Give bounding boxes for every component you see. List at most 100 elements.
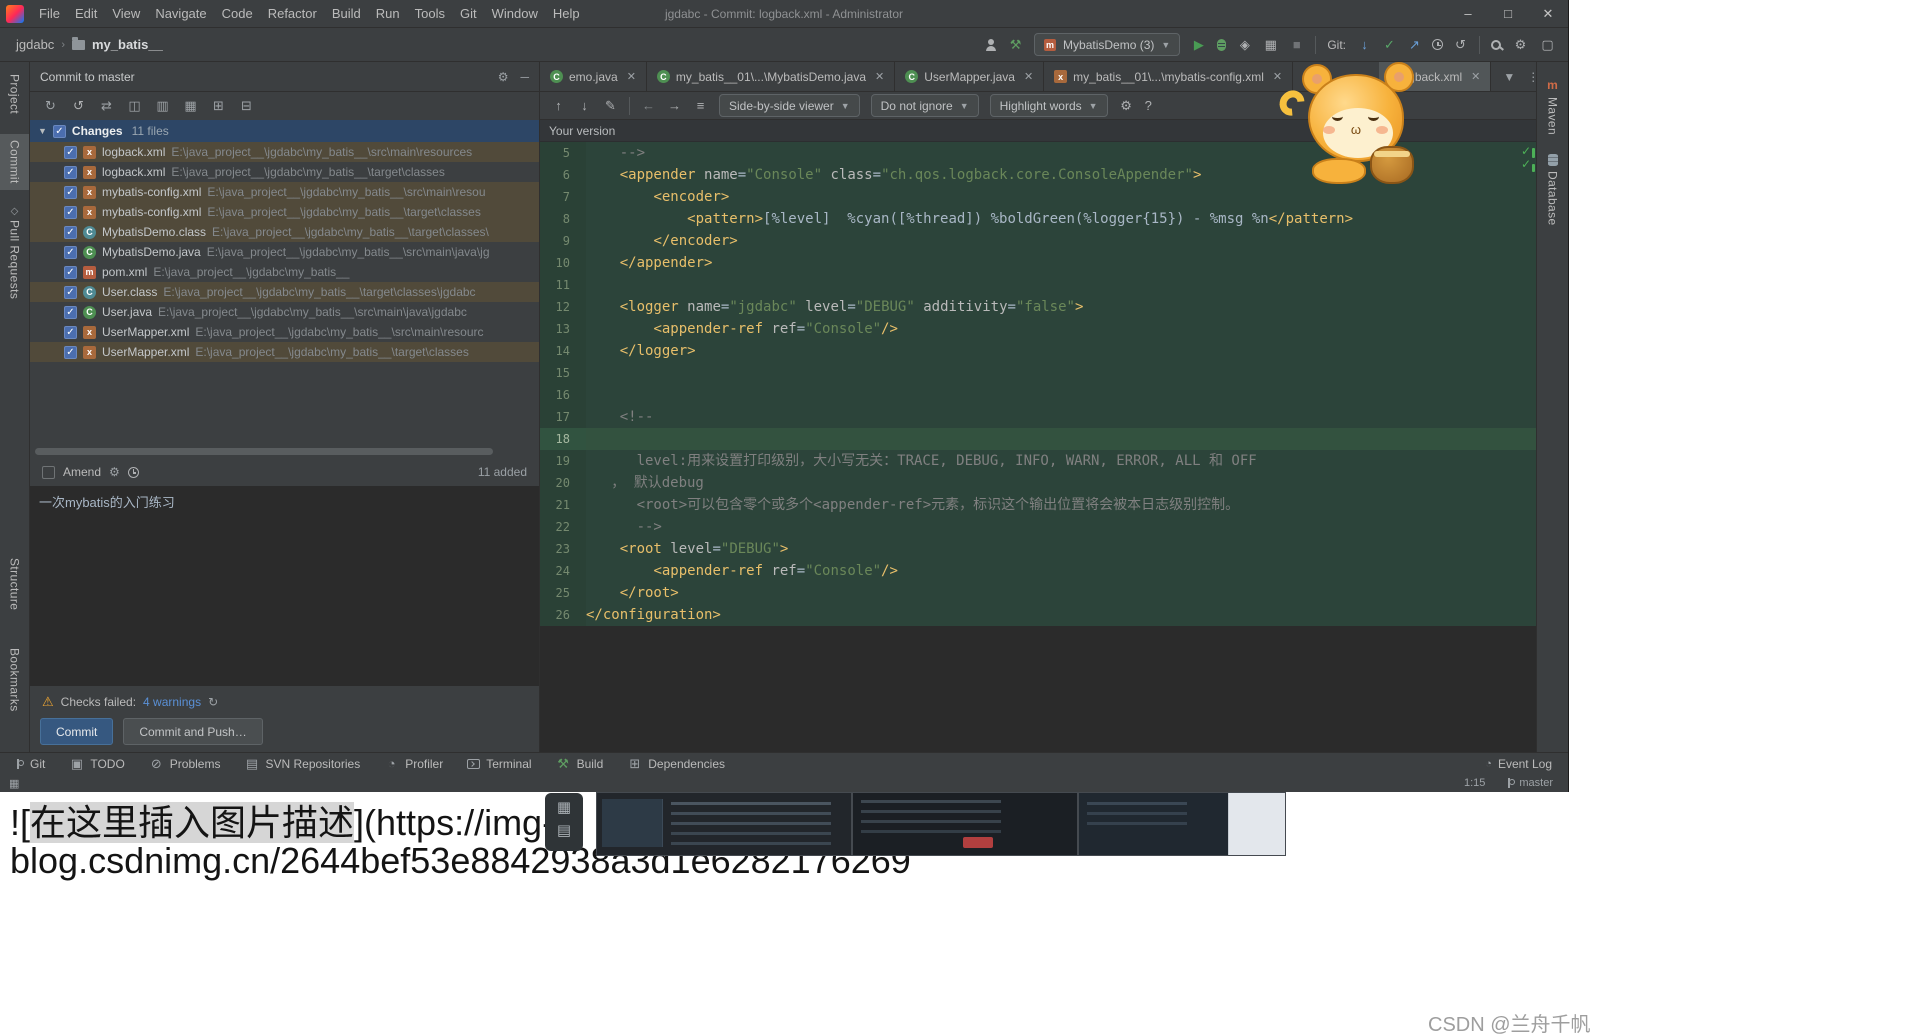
collapse-all-icon[interactable]: ⊟	[239, 98, 254, 113]
chevron-down-icon[interactable]: ▼	[1503, 70, 1515, 84]
commit-and-push-button[interactable]: Commit and Push…	[123, 718, 262, 745]
more-options-icon[interactable]: ⋮	[1527, 70, 1536, 84]
settings-group-icon[interactable]: ▦	[183, 98, 198, 113]
tool-window-button-git[interactable]: Git	[14, 757, 45, 771]
commit-check-icon[interactable]: ✓	[1382, 37, 1397, 52]
checkbox-checked-icon[interactable]: ✓	[64, 246, 77, 259]
close-tab-icon[interactable]: ✕	[627, 70, 636, 83]
tool-window-pull-requests[interactable]: Pull Requests	[0, 214, 29, 305]
inspections-ok-icon[interactable]: ✓✓	[1521, 145, 1531, 171]
tool-window-button-todo[interactable]: ▣TODO	[69, 756, 124, 771]
menu-tools[interactable]: Tools	[408, 2, 452, 25]
next-change-icon[interactable]: ↓	[577, 98, 592, 113]
horizontal-scrollbar[interactable]	[35, 448, 493, 455]
changes-tree-header[interactable]: ▼ ✓ Changes 11 files	[30, 120, 539, 142]
maximize-button[interactable]: □	[1488, 0, 1528, 27]
tool-window-bookmarks[interactable]: Bookmarks	[0, 642, 29, 718]
user-icon[interactable]	[985, 39, 997, 51]
close-button[interactable]: ✕	[1528, 0, 1568, 27]
forward-icon[interactable]: →	[667, 98, 682, 113]
list-icon[interactable]: ▤	[557, 823, 571, 838]
menu-help[interactable]: Help	[546, 2, 587, 25]
caret-position[interactable]: 1:15	[1464, 777, 1485, 789]
history-icon[interactable]	[128, 467, 139, 478]
event-log-button[interactable]: ◔ Event Log	[1485, 757, 1568, 771]
commit-message-input[interactable]: 一次mybatis的入门练习	[30, 486, 539, 686]
viewer-mode-select[interactable]: Side-by-side viewer ▼	[719, 94, 860, 117]
checkbox-checked-icon[interactable]: ✓	[64, 266, 77, 279]
breadcrumb-module[interactable]: my_batis__	[92, 37, 163, 52]
editor-tab[interactable]: Cmy_batis__01\...\MybatisDemo.java✕	[647, 62, 895, 91]
refresh-icon[interactable]: ↻	[208, 695, 218, 709]
changed-file-row[interactable]: ✓xlogback.xmlE:\java_project__\jgdabc\my…	[30, 162, 539, 182]
editor-tab[interactable]: Cemo.java✕	[540, 62, 647, 91]
change-marker[interactable]	[1532, 148, 1535, 158]
rollback-icon[interactable]: ↺	[1453, 37, 1468, 52]
menu-edit[interactable]: Edit	[68, 2, 104, 25]
menu-view[interactable]: View	[105, 2, 147, 25]
update-icon[interactable]: ↓	[1357, 37, 1372, 52]
checkbox-checked-icon[interactable]: ✓	[64, 186, 77, 199]
changed-file-row[interactable]: ✓xUserMapper.xmlE:\java_project__\jgdabc…	[30, 322, 539, 342]
expand-all-icon[interactable]: ⊞	[211, 98, 226, 113]
commit-button[interactable]: Commit	[40, 718, 113, 745]
thumbnail-image[interactable]	[852, 792, 1078, 856]
menu-code[interactable]: Code	[215, 2, 260, 25]
debug-icon[interactable]	[1217, 39, 1226, 51]
gear-icon[interactable]: ⚙	[1119, 98, 1134, 113]
highlight-policy-select[interactable]: Highlight words ▼	[990, 94, 1108, 117]
editor-tab[interactable]: xmy_batis__01\...\mybatis-config.xml✕	[1044, 62, 1293, 91]
change-marker[interactable]	[1532, 164, 1535, 172]
menu-build[interactable]: Build	[325, 2, 368, 25]
menu-navigate[interactable]: Navigate	[148, 2, 213, 25]
thumbnail-image[interactable]	[596, 792, 852, 856]
settings-icon[interactable]: ⚙	[1513, 37, 1528, 52]
amend-checkbox[interactable]	[42, 466, 55, 479]
breadcrumb-project[interactable]: jgdabc	[16, 37, 54, 52]
close-tab-icon[interactable]: ✕	[1024, 70, 1033, 83]
tool-window-button-dependencies[interactable]: ⊞Dependencies	[627, 756, 725, 771]
editor-tab[interactable]: CUserMapper.java✕	[895, 62, 1044, 91]
gear-icon[interactable]: ⚙	[109, 465, 120, 479]
checkbox-checked-icon[interactable]: ✓	[64, 146, 77, 159]
gear-icon[interactable]: ⚙	[498, 70, 509, 84]
tool-window-database[interactable]: Database	[1537, 148, 1568, 232]
git-branch-widget[interactable]: master	[1505, 777, 1553, 789]
tool-window-button-profiler[interactable]: ◔Profiler	[384, 756, 443, 771]
changed-file-row[interactable]: ✓CUser.classE:\java_project__\jgdabc\my_…	[30, 282, 539, 302]
checkbox-checked-icon[interactable]: ✓	[64, 286, 77, 299]
changed-file-row[interactable]: ✓xlogback.xmlE:\java_project__\jgdabc\my…	[30, 142, 539, 162]
changed-file-row[interactable]: ✓CMybatisDemo.javaE:\java_project__\jgda…	[30, 242, 539, 262]
menu-file[interactable]: File	[32, 2, 67, 25]
checkbox-checked-icon[interactable]: ✓	[64, 306, 77, 319]
preview-icon[interactable]: ▥	[155, 98, 170, 113]
minimize-button[interactable]: –	[1448, 0, 1488, 27]
menu-refactor[interactable]: Refactor	[261, 2, 324, 25]
tool-window-project[interactable]: Project	[0, 68, 29, 120]
close-tab-icon[interactable]: ✕	[875, 70, 884, 83]
tool-window-maven[interactable]: m Maven	[1537, 72, 1568, 141]
list-icon[interactable]: ≡	[693, 98, 708, 113]
coverage-icon[interactable]: ◈	[1237, 37, 1252, 52]
window-toggle-icon[interactable]: ▦	[0, 777, 19, 790]
checkbox-checked-icon[interactable]: ✓	[64, 206, 77, 219]
code-editor[interactable]: 5 -->6 <appender name="Console" class="c…	[540, 142, 1536, 752]
group-icon[interactable]: ◫	[127, 98, 142, 113]
tool-window-structure[interactable]: Structure	[0, 552, 29, 616]
run-icon[interactable]: ▶	[1191, 37, 1206, 52]
hide-panel-icon[interactable]: ─	[520, 70, 529, 84]
changed-file-row[interactable]: ✓xmybatis-config.xmlE:\java_project__\jg…	[30, 182, 539, 202]
changed-file-row[interactable]: ✓xUserMapper.xmlE:\java_project__\jgdabc…	[30, 342, 539, 362]
grid-icon[interactable]: ▦	[557, 800, 571, 815]
prev-change-icon[interactable]: ↑	[551, 98, 566, 113]
show-diff-icon[interactable]: ⇄	[99, 98, 114, 113]
thumbnail-image[interactable]	[1078, 792, 1286, 856]
back-icon[interactable]: ←	[641, 98, 656, 113]
checkbox-checked-icon[interactable]: ✓	[64, 166, 77, 179]
layout-icon[interactable]: ▦	[1263, 37, 1278, 52]
checkbox-checked-icon[interactable]: ✓	[64, 326, 77, 339]
edit-icon[interactable]: ✎	[603, 98, 618, 113]
run-config-select[interactable]: m MybatisDemo (3) ▼	[1034, 33, 1180, 56]
checkbox-checked-icon[interactable]: ✓	[53, 125, 66, 138]
chevron-down-icon[interactable]: ▼	[38, 126, 47, 136]
